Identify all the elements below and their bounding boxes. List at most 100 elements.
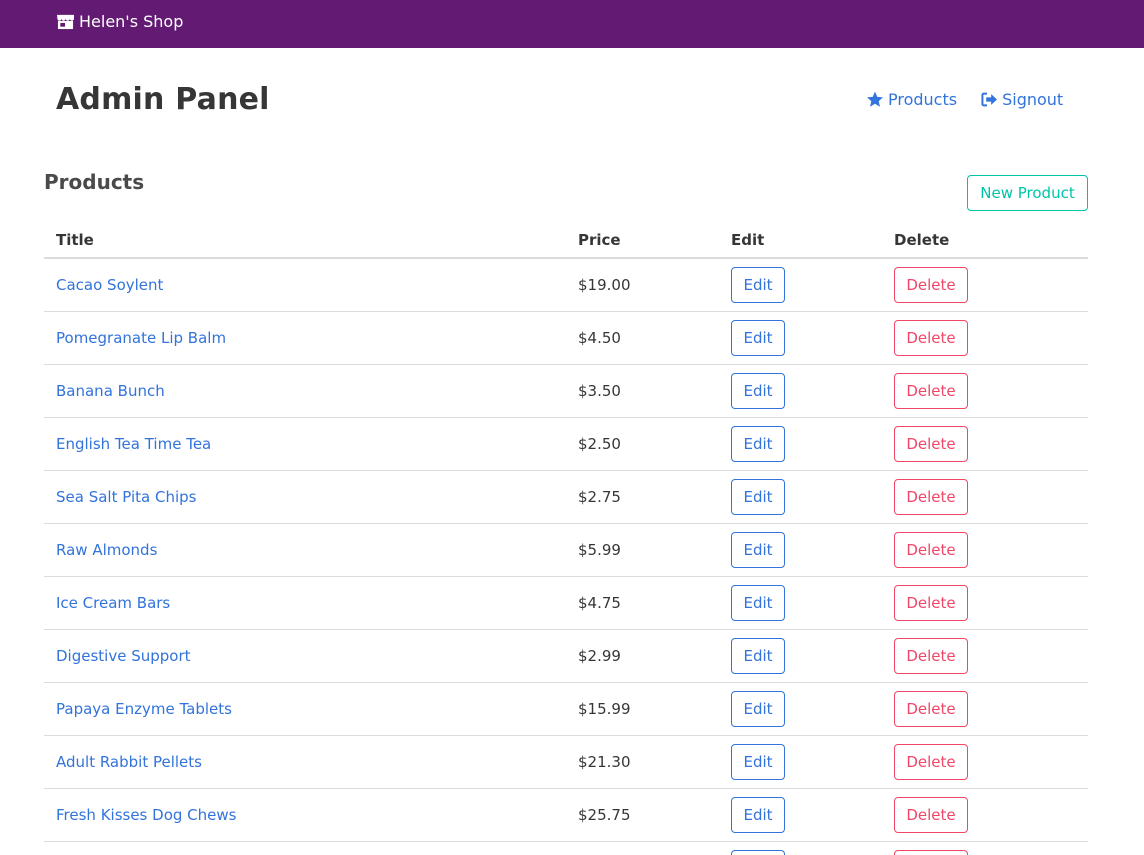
title-cell: Cacao Soylent [44,258,566,312]
delete-cell: Delete [882,470,1088,524]
delete-button[interactable]: Delete [894,849,968,855]
table-row: Sea Salt Pita Chips $2.75 Edit Delete [44,470,1088,524]
product-title-link[interactable]: Cacao Soylent [56,276,163,294]
price-cell: $25.75 [566,788,719,842]
signout-link[interactable]: Signout [981,90,1063,109]
product-title-link[interactable]: Pomegranate Lip Balm [56,329,226,347]
edit-cell: Edit [719,364,882,418]
section-title: Products [44,170,145,194]
edit-button[interactable]: Edit [731,478,785,515]
delete-button[interactable]: Delete [894,637,968,674]
table-row: Cacao Soylent $19.00 Edit Delete [44,258,1088,312]
table-row: Papaya Enzyme Tablets $15.99 Edit Delete [44,682,1088,736]
product-title-link[interactable]: Raw Almonds [56,541,157,559]
title-cell: Digestive Support [44,629,566,683]
product-title-link[interactable]: Sea Salt Pita Chips [56,488,196,506]
price-cell: $19.00 [566,258,719,312]
product-title-link[interactable]: Papaya Enzyme Tablets [56,700,232,718]
edit-button[interactable]: Edit [731,743,785,780]
edit-cell: Edit [719,258,882,312]
table-row: Edit Delete [44,841,1088,855]
product-title-link[interactable]: Ice Cream Bars [56,594,170,612]
table-row: Digestive Support $2.99 Edit Delete [44,629,1088,683]
title-cell: Pomegranate Lip Balm [44,311,566,365]
products-link-label: Products [888,90,958,109]
edit-button[interactable]: Edit [731,584,785,621]
brand-label: Helen's Shop [79,12,184,31]
title-cell: Ice Cream Bars [44,576,566,630]
products-link[interactable]: Products [866,90,957,109]
title-cell: Raw Almonds [44,523,566,577]
top-navbar: Helen's Shop [0,0,1144,48]
edit-button[interactable]: Edit [731,319,785,356]
product-title-link[interactable]: English Tea Time Tea [56,435,211,453]
delete-cell: Delete [882,682,1088,736]
edit-cell: Edit [719,311,882,365]
delete-button[interactable]: Delete [894,531,968,568]
price-cell: $2.50 [566,417,719,471]
price-cell: $2.75 [566,470,719,524]
product-title-link[interactable]: Fresh Kisses Dog Chews [56,806,236,824]
table-row: English Tea Time Tea $2.50 Edit Delete [44,417,1088,471]
product-title-link[interactable]: Digestive Support [56,647,191,665]
delete-button[interactable]: Delete [894,478,968,515]
table-row: Raw Almonds $5.99 Edit Delete [44,523,1088,577]
edit-cell: Edit [719,629,882,683]
edit-cell: Edit [719,841,882,855]
edit-cell: Edit [719,576,882,630]
delete-button[interactable]: Delete [894,425,968,462]
price-cell: $4.75 [566,576,719,630]
edit-button[interactable]: Edit [731,637,785,674]
edit-button[interactable]: Edit [731,425,785,462]
title-cell [44,841,566,855]
price-cell: $4.50 [566,311,719,365]
products-table: Title Price Edit Delete Cacao Soylent $19… [44,222,1088,855]
price-cell: $5.99 [566,523,719,577]
delete-button[interactable]: Delete [894,743,968,780]
edit-button[interactable]: Edit [731,266,785,303]
delete-cell: Delete [882,629,1088,683]
column-header-edit: Edit [719,222,882,259]
delete-button[interactable]: Delete [894,584,968,621]
table-row: Adult Rabbit Pellets $21.30 Edit Delete [44,735,1088,789]
sign-out-icon [981,92,998,107]
products-table-wrapper: Title Price Edit Delete Cacao Soylent $19… [44,222,1088,855]
edit-button[interactable]: Edit [731,690,785,727]
price-cell: $2.99 [566,629,719,683]
edit-button[interactable]: Edit [731,849,785,855]
table-row: Ice Cream Bars $4.75 Edit Delete [44,576,1088,630]
product-title-link[interactable]: Adult Rabbit Pellets [56,753,202,771]
edit-button[interactable]: Edit [731,372,785,409]
delete-cell: Delete [882,841,1088,855]
price-cell: $3.50 [566,364,719,418]
edit-button[interactable]: Edit [731,796,785,833]
edit-cell: Edit [719,417,882,471]
table-row: Fresh Kisses Dog Chews $25.75 Edit Delete [44,788,1088,842]
column-header-price: Price [566,222,719,259]
delete-button[interactable]: Delete [894,796,968,833]
delete-cell: Delete [882,735,1088,789]
delete-cell: Delete [882,788,1088,842]
column-header-delete: Delete [882,222,1088,259]
new-product-button[interactable]: New Product [967,175,1088,211]
delete-button[interactable]: Delete [894,690,968,727]
delete-cell: Delete [882,576,1088,630]
title-cell: Adult Rabbit Pellets [44,735,566,789]
product-title-link[interactable]: Banana Bunch [56,382,165,400]
edit-button[interactable]: Edit [731,531,785,568]
table-row: Pomegranate Lip Balm $4.50 Edit Delete [44,311,1088,365]
table-row: Banana Bunch $3.50 Edit Delete [44,364,1088,418]
edit-cell: Edit [719,788,882,842]
delete-button[interactable]: Delete [894,372,968,409]
edit-cell: Edit [719,682,882,736]
header-nav: Products Signout [866,90,1063,109]
star-icon [867,91,883,107]
edit-cell: Edit [719,735,882,789]
title-cell: Fresh Kisses Dog Chews [44,788,566,842]
delete-button[interactable]: Delete [894,319,968,356]
delete-button[interactable]: Delete [894,266,968,303]
price-cell [566,841,719,855]
table-header-row: Title Price Edit Delete [44,222,1088,259]
brand-link[interactable]: Helen's Shop [56,12,183,31]
store-icon [57,14,74,30]
